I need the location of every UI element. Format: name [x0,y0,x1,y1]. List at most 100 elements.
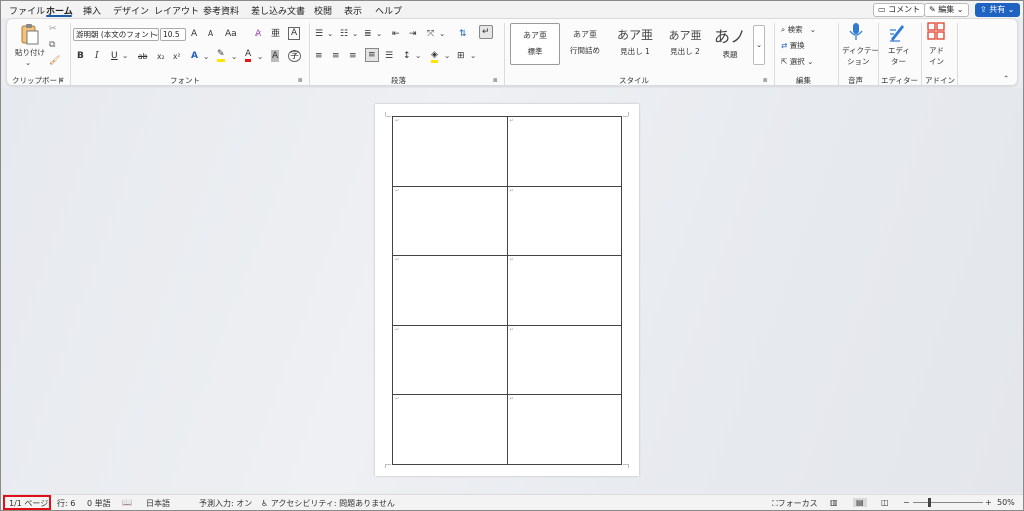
find-button[interactable]: ⌕ 検索 ⌄ [781,24,816,36]
chevron-down-icon[interactable]: ⌄ [376,28,382,40]
italic-button[interactable]: I [95,50,99,62]
table-cell[interactable]: ↵ [506,185,622,257]
phonetic-guide-icon[interactable]: 亜 [271,28,280,40]
editor-button[interactable] [888,22,906,46]
collapse-ribbon-icon[interactable]: ⌃ [1003,73,1009,85]
style-title[interactable]: あノ 表題 [705,23,755,65]
multilevel-list-icon[interactable]: ≣ [364,28,372,40]
proofing-book-icon[interactable]: 📖 [122,498,132,507]
dictate-button[interactable] [848,22,864,46]
zoom-slider-thumb[interactable] [928,498,931,507]
bullets-icon[interactable]: ☰ [315,28,323,40]
table-cell[interactable]: ↵ [392,185,508,257]
chevron-down-icon[interactable]: ⌄ [327,28,333,40]
chevron-down-icon[interactable]: ⌄ [203,51,209,63]
chevron-down-icon[interactable]: ⌄ [231,51,237,63]
chevron-down-icon[interactable]: ⌄ [470,50,476,62]
style-normal[interactable]: あア亜 標準 [510,23,560,65]
clear-formatting-icon[interactable]: A̷ [255,28,261,40]
tab-help[interactable]: ヘルプ [375,4,402,17]
addins-button[interactable] [927,22,945,44]
character-border-icon[interactable]: A [288,27,301,40]
shrink-font-button[interactable]: A [208,28,213,40]
chevron-down-icon[interactable]: ⌄ [415,50,421,62]
bold-button[interactable]: B [77,50,84,62]
line-number[interactable]: 行: 6 [57,498,75,509]
page-count[interactable]: 1/1 ページ [9,498,48,509]
dialog-launcher-icon[interactable]: ⧈ [493,76,497,85]
tab-layout[interactable]: レイアウト [154,4,199,17]
tab-insert[interactable]: 挿入 [83,4,101,17]
font-name-combo[interactable]: 游明朝 (本文のフォント [73,28,159,41]
chevron-down-icon[interactable]: ⌄ [153,28,159,40]
sort-icon[interactable]: ⇅ [459,28,467,40]
chevron-down-icon[interactable]: ⌄ [444,50,450,62]
zoom-slider-track[interactable] [913,502,983,503]
chevron-down-icon[interactable]: ⌄ [439,28,445,40]
strikethrough-button[interactable]: ab [138,51,147,63]
table-cell[interactable]: ↵ [392,394,508,465]
paste-button[interactable] [19,23,41,45]
justify-icon[interactable]: ≡ [365,48,379,62]
copy-icon[interactable]: ⧉ [49,39,55,51]
table-cell[interactable]: ↵ [506,116,622,187]
table-cell[interactable]: ↵ [506,394,622,465]
table-cell[interactable]: ↵ [392,324,508,396]
read-mode-icon[interactable]: ▥ [830,498,838,507]
increase-indent-icon[interactable]: ⇥ [409,28,417,40]
label-table[interactable]: ↵ ↵ ↵ ↵ ↵ ↵ ↵ ↵ ↵ ↵ [392,116,622,465]
tab-references[interactable]: 参考資料 [203,4,239,17]
tab-file[interactable]: ファイル [9,4,45,17]
focus-mode-button[interactable]: ⛶フォーカス [772,498,818,509]
addins-label-2[interactable]: イン [929,56,944,68]
style-heading-1[interactable]: あア亜 見出し 1 [610,23,660,65]
table-cell[interactable]: ↵ [392,255,508,326]
asian-layout-icon[interactable]: ⤧ [427,28,434,40]
distributed-icon[interactable]: ☰ [385,50,393,62]
style-heading-2[interactable]: あア亜 見出し 2 [660,23,710,65]
print-layout-icon[interactable]: ▤ [853,498,867,507]
align-right-icon[interactable]: ≡ [349,50,357,62]
shading-icon[interactable]: ◈ [431,50,438,63]
chevron-down-icon[interactable]: ⌄ [352,28,358,40]
select-button[interactable]: ⇱ 選択 ⌄ [781,56,813,68]
font-size-combo[interactable]: 10.5 [160,28,186,41]
numbering-icon[interactable]: ☷ [340,28,348,40]
language[interactable]: 日本語 [146,498,170,509]
edit-mode-button[interactable]: ✎ 編集 ⌄ [924,3,969,17]
align-left-icon[interactable]: ≡ [315,50,323,62]
line-spacing-icon[interactable]: ↕ [403,50,411,62]
superscript-button[interactable]: x² [173,51,180,63]
tab-view[interactable]: 表示 [344,4,362,17]
font-color-icon[interactable]: A [245,49,252,62]
decrease-indent-icon[interactable]: ⇤ [392,28,400,40]
chevron-down-icon[interactable]: ⌄ [257,51,263,63]
borders-icon[interactable]: ⊞ [457,50,465,62]
dialog-launcher-icon[interactable]: ⧈ [763,76,767,85]
grow-font-button[interactable]: A [191,28,197,40]
word-count[interactable]: 0 単語 [87,498,111,509]
text-effects-icon[interactable]: A [191,50,198,62]
subscript-button[interactable]: x₂ [157,51,164,63]
underline-button[interactable]: U [111,50,118,62]
chevron-down-icon[interactable]: ⌄ [25,57,31,69]
zoom-out-icon[interactable]: − [903,498,910,507]
share-button[interactable]: ⇪ 共有 ⌄ [975,3,1020,17]
predictive-input[interactable]: 予測入力: オン [199,498,252,509]
align-center-icon[interactable]: ≡ [332,50,340,62]
style-no-spacing[interactable]: あア亜 行間詰め [560,23,610,65]
accessibility-status[interactable]: ♿ アクセシビリティ: 問題ありません [261,498,395,509]
show-marks-icon[interactable]: ↵ [479,25,493,39]
dialog-launcher-icon[interactable]: ⧈ [59,76,63,85]
tab-review[interactable]: 校閲 [314,4,332,17]
zoom-in-icon[interactable]: + [985,498,992,507]
dialog-launcher-icon[interactable]: ⧈ [298,76,302,85]
gallery-more-button[interactable]: ⌄ [753,25,765,65]
enclose-characters-icon[interactable]: 字 [288,50,302,62]
table-cell[interactable]: ↵ [506,255,622,326]
change-case-button[interactable]: Aa [225,28,237,40]
tab-design[interactable]: デザイン [113,4,149,17]
table-cell[interactable]: ↵ [392,116,508,187]
tab-mailings[interactable]: 差し込み文書 [251,4,305,17]
table-cell[interactable]: ↵ [506,324,622,396]
